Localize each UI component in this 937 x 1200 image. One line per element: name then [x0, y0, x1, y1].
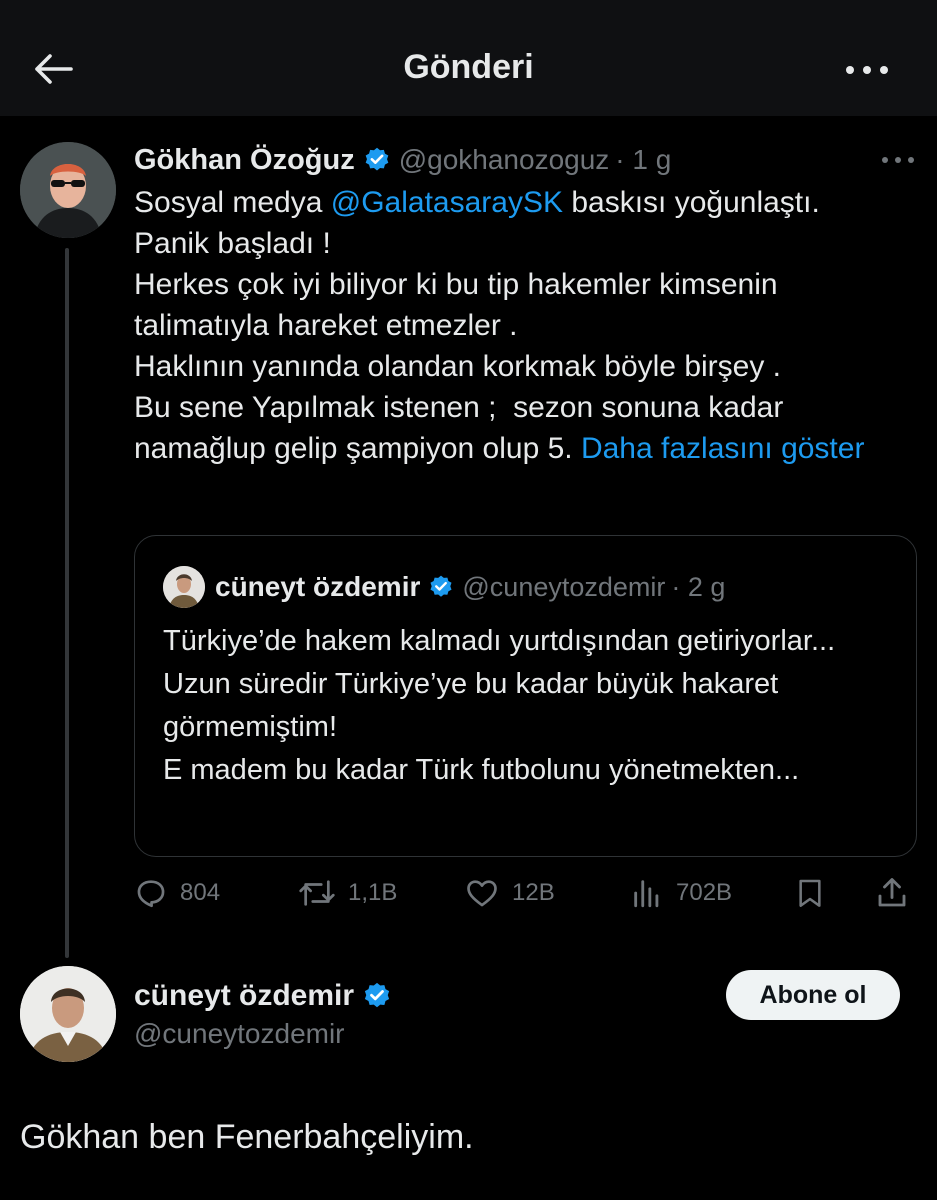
more-horizontal-icon [846, 66, 888, 74]
share-button[interactable] [874, 868, 910, 918]
like-count: 12B [512, 879, 555, 906]
repost-count: 1,1B [348, 879, 398, 906]
share-icon [878, 878, 906, 907]
quote-author-row: cüneyt özdemir @cuneytozdemir · 2 g [215, 566, 725, 608]
reply-icon [137, 880, 165, 908]
view-count: 702B [676, 879, 733, 906]
repost-icon [299, 880, 335, 906]
post-text-part: baskısı yoğunlaştı. Panik başladı ! Herk… [134, 186, 820, 465]
mention-link[interactable]: @GalatasaraySK [331, 186, 563, 219]
reply-author-name-row: cüneyt özdemir [134, 975, 400, 1017]
post-time: · 1 g [615, 144, 672, 175]
heart-icon [467, 880, 497, 907]
like-button[interactable]: 12B [464, 868, 555, 918]
show-more-link[interactable]: Daha fazlasını göster [581, 432, 865, 465]
quote-author-avatar [163, 566, 205, 608]
post-actions: 804 1,1B 12B 702B [134, 868, 924, 918]
bar-chart-icon [634, 880, 659, 908]
thread-line [65, 248, 69, 958]
more-horizontal-icon [882, 157, 914, 163]
bookmark-button[interactable] [794, 868, 826, 918]
quote-time: · 2 g [671, 571, 726, 602]
reply-author-avatar[interactable] [20, 966, 116, 1062]
quoted-post[interactable]: cüneyt özdemir @cuneytozdemir · 2 g Türk… [134, 535, 917, 857]
post-text-part: Sosyal medya [134, 186, 331, 219]
reply-author-handle[interactable]: @cuneytozdemir [134, 1018, 345, 1050]
repost-button[interactable]: 1,1B [298, 868, 397, 918]
post-text: Sosyal medya @GalatasaraySK baskısı yoğu… [134, 182, 894, 469]
top-bar: Gönderi [0, 0, 937, 116]
reply-count: 804 [180, 879, 221, 906]
reply-author-name[interactable]: cüneyt özdemir [134, 979, 354, 1013]
reply-button[interactable]: 804 [134, 868, 220, 918]
page-title: Gönderi [403, 48, 534, 86]
more-options-button[interactable] [837, 50, 897, 90]
post-more-button[interactable] [878, 150, 918, 170]
verified-badge-icon [364, 982, 390, 1008]
author-avatar[interactable] [20, 142, 116, 238]
post-author-row: Gökhan Özoğuz @gokhanozoguz · 1 g [134, 140, 671, 180]
author-handle[interactable]: @gokhanozoguz [399, 144, 610, 176]
views-button[interactable]: 702B [630, 868, 732, 918]
reply-text: Gökhan ben Fenerbahçeliyim. [20, 1118, 474, 1156]
quote-text: Türkiye’de hakem kalmadı yurtdışından ge… [163, 625, 836, 786]
quote-author-name: cüneyt özdemir [215, 571, 421, 602]
verified-badge-icon [365, 147, 389, 171]
bookmark-icon [799, 879, 821, 907]
follow-button[interactable]: Abone ol [726, 970, 900, 1020]
verified-badge-icon [430, 575, 452, 597]
quote-author-handle: @cuneytozdemir [462, 571, 666, 602]
author-name[interactable]: Gökhan Özoğuz [134, 144, 355, 177]
